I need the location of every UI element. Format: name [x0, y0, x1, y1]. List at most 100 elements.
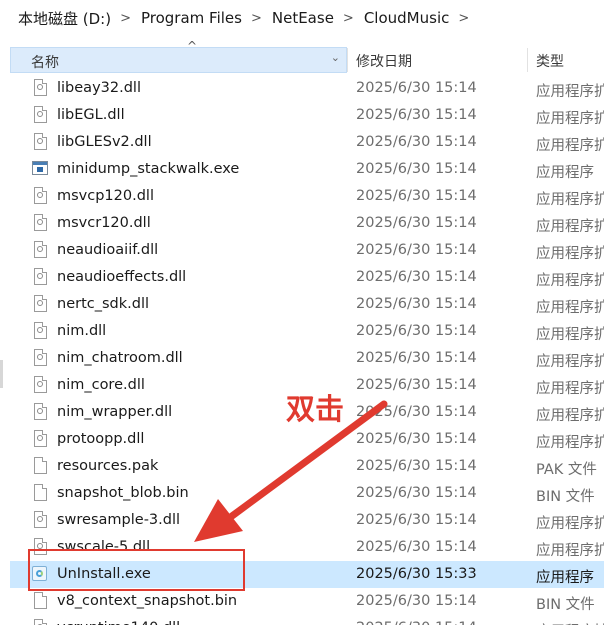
file-date: 2025/6/30 15:14: [356, 107, 477, 123]
file-name: msvcr120.dll: [57, 215, 151, 231]
file-type: 应用程序扩: [536, 543, 604, 559]
column-name-header[interactable]: ^ 名称 ⌄: [10, 39, 347, 73]
breadcrumb-item[interactable]: CloudMusic: [361, 9, 452, 27]
file-icon: [34, 592, 47, 609]
dll-icon: [34, 214, 47, 231]
file-type: 应用程序扩: [536, 435, 604, 451]
file-date: 2025/6/30 15:14: [356, 296, 477, 312]
column-divider[interactable]: [347, 48, 348, 72]
column-name-label: 名称: [31, 55, 59, 71]
file-date: 2025/6/30 15:14: [356, 512, 477, 528]
dll-icon: [34, 106, 47, 123]
file-type: 应用程序扩: [536, 516, 604, 532]
breadcrumb-item[interactable]: Program Files: [138, 9, 244, 27]
file-type: BIN 文件: [536, 597, 595, 613]
file-name: libEGL.dll: [57, 107, 125, 123]
column-header: ^ 名称 ⌄ 修改日期 类型: [0, 39, 604, 74]
chevron-right-icon[interactable]: >: [451, 11, 476, 26]
file-row[interactable]: libEGL.dll 2025/6/30 15:14 应用程序扩: [10, 102, 604, 129]
file-row[interactable]: swresample-3.dll 2025/6/30 15:14 应用程序扩: [10, 507, 604, 534]
file-row[interactable]: v8_context_snapshot.bin 2025/6/30 15:14 BI…: [10, 588, 604, 615]
file-date: 2025/6/30 15:14: [356, 485, 477, 501]
file-type: 应用程序扩: [536, 408, 604, 424]
file-row[interactable]: vcruntime140.dll 2025/6/30 15:14 应用程序扩: [10, 615, 604, 625]
file-date: 2025/6/30 15:14: [356, 458, 477, 474]
dll-icon: [34, 133, 47, 150]
file-name: nim_core.dll: [57, 377, 145, 393]
chevron-down-icon[interactable]: ⌄: [331, 51, 340, 64]
file-name: nim.dll: [57, 323, 107, 339]
dll-icon: [34, 268, 47, 285]
file-type: 应用程序扩: [536, 381, 604, 397]
dll-icon: [34, 79, 47, 96]
file-row[interactable]: neaudioaiif.dll 2025/6/30 15:14 应用程序扩: [10, 237, 604, 264]
file-date: 2025/6/30 15:14: [356, 134, 477, 150]
dll-icon: [34, 295, 47, 312]
file-date: 2025/6/30 15:14: [356, 188, 477, 204]
file-date: 2025/6/30 15:14: [356, 323, 477, 339]
file-type: 应用程序扩: [536, 219, 604, 235]
file-type: 应用程序扩: [536, 246, 604, 262]
column-divider[interactable]: [527, 48, 528, 72]
file-icon: [34, 484, 47, 501]
breadcrumb-item[interactable]: 本地磁盘 (D:): [0, 8, 113, 29]
dll-icon: [34, 241, 47, 258]
file-date: 2025/6/30 15:14: [356, 350, 477, 366]
file-type: 应用程序扩: [536, 300, 604, 316]
annotation-highlight-box: [28, 549, 245, 591]
dll-icon: [34, 511, 47, 528]
file-row[interactable]: msvcp120.dll 2025/6/30 15:14 应用程序扩: [10, 183, 604, 210]
file-type: 应用程序扩: [536, 327, 604, 343]
file-row[interactable]: minidump_stackwalk.exe 2025/6/30 15:14 应用程…: [10, 156, 604, 183]
file-row[interactable]: nertc_sdk.dll 2025/6/30 15:14 应用程序扩: [10, 291, 604, 318]
file-name: neaudioaiif.dll: [57, 242, 159, 258]
file-name: vcruntime140.dll: [57, 620, 180, 625]
file-name: v8_context_snapshot.bin: [57, 593, 238, 609]
dll-icon: [34, 322, 47, 339]
file-row[interactable]: snapshot_blob.bin 2025/6/30 15:14 BIN 文件: [10, 480, 604, 507]
file-row[interactable]: nim_chatroom.dll 2025/6/30 15:14 应用程序扩: [10, 345, 604, 372]
file-row[interactable]: neaudioeffects.dll 2025/6/30 15:14 应用程序扩: [10, 264, 604, 291]
annotation-label: 双击: [286, 392, 345, 426]
file-name: nim_wrapper.dll: [57, 404, 173, 420]
dll-icon: [34, 187, 47, 204]
file-type: 应用程序扩: [536, 273, 604, 289]
file-date: 2025/6/30 15:14: [356, 593, 477, 609]
dll-icon: [34, 430, 47, 447]
dll-icon: [34, 619, 47, 625]
file-date: 2025/6/30 15:14: [356, 161, 477, 177]
file-row[interactable]: msvcr120.dll 2025/6/30 15:14 应用程序扩: [10, 210, 604, 237]
file-type: 应用程序: [536, 165, 594, 181]
chevron-right-icon[interactable]: >: [244, 11, 269, 26]
sort-up-icon: ^: [187, 39, 198, 53]
dll-icon: [34, 349, 47, 366]
column-date-header[interactable]: 修改日期: [356, 51, 412, 71]
file-date: 2025/6/30 15:14: [356, 404, 477, 420]
file-row[interactable]: libGLESv2.dll 2025/6/30 15:14 应用程序扩: [10, 129, 604, 156]
file-name: resources.pak: [57, 458, 159, 474]
file-row[interactable]: nim.dll 2025/6/30 15:14 应用程序扩: [10, 318, 604, 345]
dll-icon: [34, 376, 47, 393]
column-type-header[interactable]: 类型: [536, 51, 564, 71]
file-name: neaudioeffects.dll: [57, 269, 187, 285]
file-date: 2025/6/30 15:14: [356, 431, 477, 447]
resize-handle[interactable]: [0, 360, 3, 388]
chevron-right-icon[interactable]: >: [113, 11, 138, 26]
file-row[interactable]: resources.pak 2025/6/30 15:14 PAK 文件: [10, 453, 604, 480]
breadcrumb-item[interactable]: NetEase: [269, 9, 336, 27]
file-date: 2025/6/30 15:14: [356, 242, 477, 258]
file-name: msvcp120.dll: [57, 188, 154, 204]
file-type: 应用程序扩: [536, 84, 604, 100]
breadcrumb: 本地磁盘 (D:) > Program Files > NetEase > CloudMus…: [0, 0, 604, 36]
file-type: 应用程序扩: [536, 111, 604, 127]
file-type: 应用程序扩: [536, 138, 604, 154]
file-row[interactable]: protoopp.dll 2025/6/30 15:14 应用程序扩: [10, 426, 604, 453]
exe-icon: [32, 161, 48, 175]
chevron-right-icon[interactable]: >: [336, 11, 361, 26]
file-icon: [34, 457, 47, 474]
file-row[interactable]: libeay32.dll 2025/6/30 15:14 应用程序扩: [10, 75, 604, 102]
file-name: swresample-3.dll: [57, 512, 181, 528]
file-type: 应用程序扩: [536, 192, 604, 208]
file-date: 2025/6/30 15:14: [356, 377, 477, 393]
file-type: BIN 文件: [536, 489, 595, 505]
